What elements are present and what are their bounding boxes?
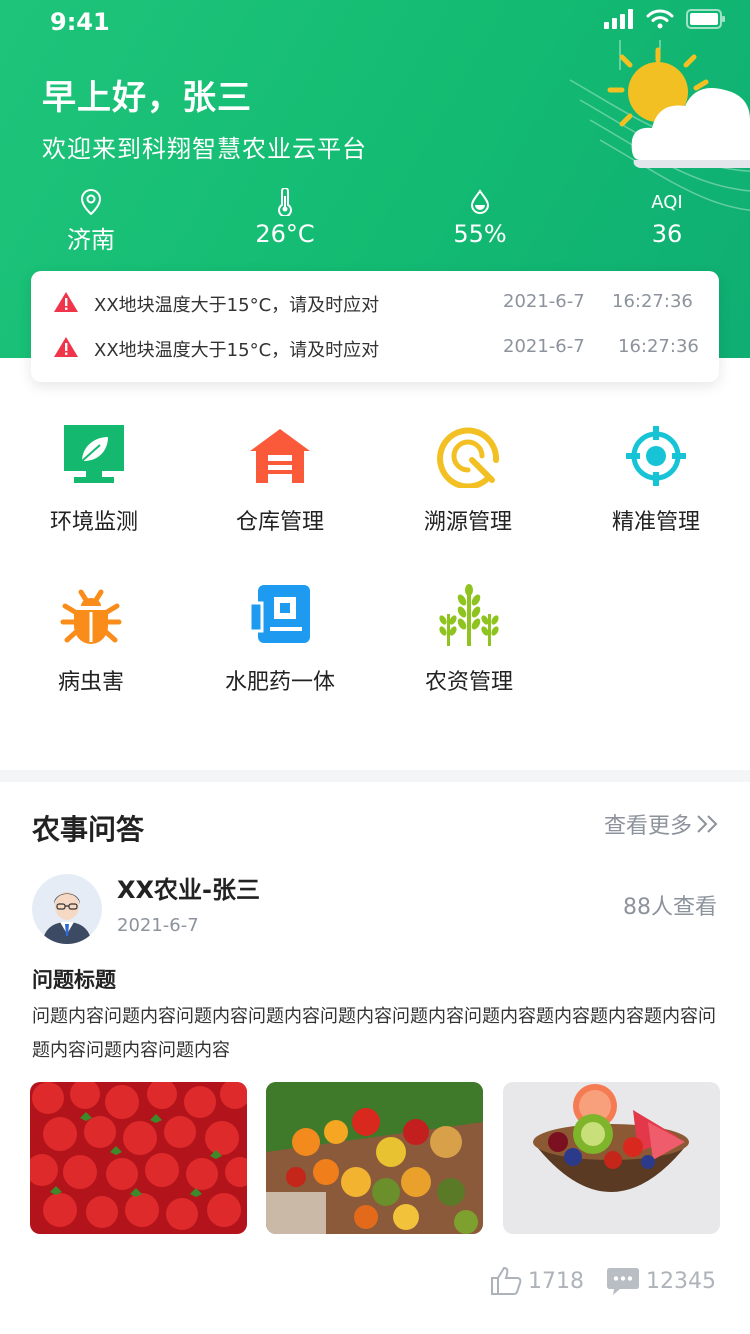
sun-cloud-icon (607, 40, 750, 168)
view-more-label: 查看更多 (603, 814, 692, 839)
status-bar: 9:41 (0, 0, 750, 44)
alert-message: XX地块温度大于15°C，请及时应对 (94, 340, 380, 361)
aqi-value: 36 (651, 220, 683, 248)
alert-message: XX地块温度大于15°C，请及时应对 (94, 295, 380, 316)
function-item-precision[interactable]: 精准管理 (562, 424, 750, 536)
fruit-bowl-photo (503, 1082, 720, 1234)
view-more-link[interactable]: 查看更多 (604, 808, 720, 840)
author-name[interactable]: XX农业-张三 (117, 870, 260, 905)
comment-button[interactable]: 12345 (606, 1266, 716, 1296)
location-pin-icon (80, 189, 102, 215)
alert-date: 2021-6-7 (503, 336, 585, 357)
comment-count: 12345 (646, 1268, 716, 1294)
function-item-environment[interactable]: 环境监测 (0, 424, 188, 536)
temperature-value: 26°C (255, 220, 315, 248)
crop-icon (439, 584, 499, 646)
cellular-signal-icon (604, 9, 633, 29)
function-label: 农资管理 (424, 670, 513, 695)
post-image-strawberries[interactable] (30, 1082, 247, 1234)
target-icon (626, 426, 686, 486)
function-label: 溯源管理 (423, 510, 512, 535)
like-count: 1718 (528, 1268, 584, 1294)
monitor-leaf-icon (64, 425, 124, 483)
section-title: 农事问答 (32, 813, 145, 846)
location-stat: 济南 (31, 186, 151, 255)
battery-icon (686, 9, 725, 29)
thumbs-up-icon (491, 1266, 522, 1295)
function-item-supplies[interactable]: 农资管理 (375, 584, 563, 696)
user-avatar-icon (32, 874, 102, 944)
function-label: 精准管理 (611, 510, 700, 535)
comment-bubble-icon (607, 1268, 639, 1295)
alert-time: 16:27:36 (618, 336, 699, 357)
function-label: 病虫害 (57, 670, 124, 695)
warehouse-icon (250, 429, 310, 483)
question-title[interactable]: 问题标题 (32, 964, 116, 994)
post-date: 2021-6-7 (117, 915, 199, 936)
welcome-text: 欢迎来到科翔智慧农业云平台 (42, 135, 367, 163)
avatar[interactable] (32, 874, 102, 944)
bug-icon (60, 589, 122, 644)
view-count: 88人查看 (623, 895, 717, 920)
function-label: 水肥药一体 (224, 670, 335, 695)
alert-item[interactable]: XX地块温度大于15°C，请及时应对 2021-6-7 16:27:36 (31, 287, 719, 317)
warning-icon (54, 337, 78, 357)
function-item-fertigation[interactable]: 水肥药一体 (186, 584, 374, 696)
thermometer-icon (278, 188, 292, 216)
double-chevron-right-icon (697, 815, 718, 833)
temperature-stat: 26°C (225, 186, 345, 248)
function-label: 仓库管理 (235, 510, 324, 535)
alerts-card[interactable]: XX地块温度大于15°C，请及时应对 2021-6-7 16:27:36 XX地… (31, 271, 719, 382)
humidity-value: 55% (453, 220, 507, 248)
post-image-fruit-bowl[interactable] (503, 1082, 720, 1234)
like-button[interactable]: 1718 (490, 1266, 584, 1296)
status-icons (604, 9, 726, 29)
wifi-icon (646, 9, 674, 29)
section-divider (0, 770, 750, 782)
greeting: 早上好，张三 (42, 78, 252, 118)
aqi-label: AQI (651, 192, 683, 213)
function-label: 环境监测 (49, 510, 138, 535)
function-item-pest[interactable]: 病虫害 (0, 584, 185, 696)
fertigation-icon (248, 585, 310, 643)
alert-time: 16:27:36 (612, 291, 693, 312)
water-drop-icon (470, 189, 490, 214)
warning-icon (54, 292, 78, 312)
post-image-vegetables[interactable] (266, 1082, 483, 1234)
status-time: 9:41 (50, 8, 110, 36)
question-content[interactable]: 问题内容问题内容问题内容问题内容问题内容问题内容问题内容题内容题内容题内容问题内… (32, 1000, 722, 1068)
function-item-warehouse[interactable]: 仓库管理 (186, 424, 374, 536)
humidity-stat: 55% (420, 186, 540, 248)
vegetables-photo (266, 1082, 483, 1234)
trace-icon (437, 427, 500, 488)
alert-item[interactable]: XX地块温度大于15°C，请及时应对 2021-6-7 16:27:36 (31, 332, 719, 362)
location-value: 济南 (67, 226, 115, 254)
strawberries-photo (30, 1082, 247, 1234)
aqi-stat: AQI 36 (607, 186, 727, 248)
function-item-trace[interactable]: 溯源管理 (374, 424, 562, 536)
alert-date: 2021-6-7 (503, 291, 585, 312)
